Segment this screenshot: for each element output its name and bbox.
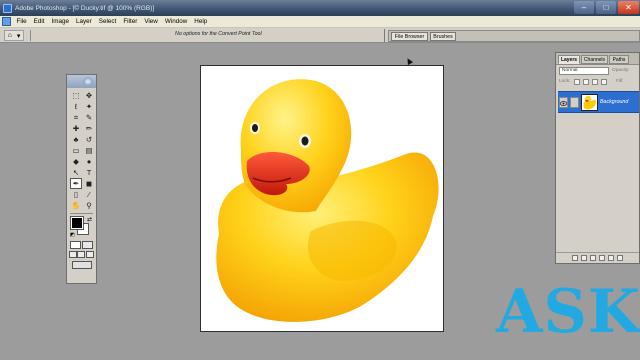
menu-layer[interactable]: Layer [73, 18, 96, 25]
eye-icon[interactable] [559, 97, 568, 108]
tool-options-hint: No options for the Convert Point Tool [175, 31, 262, 37]
menu-file[interactable]: File [13, 18, 30, 25]
tool-grid: ⬚ ✥ ℓ ✦ ⌗ ✎ ✚ ✏ ♣ ↺ ▭ ▤ ◆ ● ↖ T ✒ ◼ ▯ ⁄ ✋ ⚲ [67, 88, 96, 211]
marquee-tool-icon[interactable]: ⬚ [70, 90, 82, 101]
layers-palette-footer [556, 252, 639, 263]
rubber-duck-image [216, 79, 439, 322]
blend-row: Normal Opacity: [556, 65, 639, 76]
foreground-color-swatch[interactable] [70, 216, 84, 230]
close-button[interactable]: ✕ [618, 1, 639, 14]
tab-file-browser[interactable]: File Browser [391, 32, 428, 41]
hand-tool-icon[interactable]: ✋ [70, 200, 82, 211]
menu-select[interactable]: Select [95, 18, 120, 25]
adjustment-layer-button[interactable] [599, 255, 605, 261]
title-bar: Adobe Photoshop - [© Ducky.tif @ 100% (R… [0, 0, 640, 16]
menu-help[interactable]: Help [191, 18, 211, 25]
toolbox-header[interactable] [67, 75, 96, 88]
brush-tool-icon[interactable]: ✏ [83, 123, 95, 134]
layer-row-background[interactable]: Background [558, 91, 639, 113]
lock-transparency-checkbox[interactable] [574, 79, 580, 85]
healing-brush-tool-icon[interactable]: ✚ [70, 123, 82, 134]
layer-name: Background [600, 99, 629, 105]
menu-view[interactable]: View [141, 18, 162, 25]
tab-brushes[interactable]: Brushes [430, 32, 456, 41]
magic-wand-tool-icon[interactable]: ✦ [83, 101, 95, 112]
default-colors-icon[interactable]: ◩ [70, 232, 75, 238]
eraser-tool-icon[interactable]: ▭ [70, 145, 82, 156]
type-tool-icon[interactable]: T [83, 167, 95, 178]
color-swatches: ⇄ ◩ [69, 216, 94, 240]
tab-layers[interactable]: Layers [558, 55, 580, 64]
gradient-tool-icon[interactable]: ▤ [83, 145, 95, 156]
notes-tool-icon[interactable]: ▯ [70, 189, 82, 200]
lock-image-checkbox[interactable] [583, 79, 589, 85]
divider [384, 29, 385, 42]
blend-mode-select[interactable]: Normal [559, 67, 609, 75]
quick-mask-mode-button[interactable] [82, 241, 94, 249]
minimize-button[interactable]: – [574, 1, 594, 14]
adobe-online-icon[interactable] [83, 77, 93, 86]
edit-mode-row [67, 240, 96, 250]
tab-channels[interactable]: Channels [581, 55, 608, 64]
chevron-down-icon: ▾ [16, 32, 21, 40]
slice-tool-icon[interactable]: ✎ [83, 112, 95, 123]
dodge-tool-icon[interactable]: ● [83, 156, 95, 167]
layers-palette: Layers Channels Paths Normal Opacity: Lo… [555, 52, 640, 264]
history-brush-tool-icon[interactable]: ↺ [83, 134, 95, 145]
full-screen-button[interactable] [85, 251, 94, 258]
divider [30, 30, 31, 41]
fill-label: Fill: [616, 79, 624, 84]
photoshop-app-icon[interactable] [3, 3, 12, 13]
mouse-cursor [404, 56, 414, 66]
layer-style-button[interactable] [572, 255, 578, 261]
screen-mode-row [67, 250, 96, 259]
maximize-button[interactable]: □ [596, 1, 616, 14]
lock-row: Lock: Fill: [556, 76, 639, 87]
pen-tool-icon[interactable]: ✒ [70, 178, 82, 189]
tool-preset-picker[interactable]: ⌂ ▾ [4, 30, 24, 41]
options-bar: ⌂ ▾ No options for the Convert Point Too… [0, 28, 640, 43]
lock-label: Lock: [559, 79, 571, 84]
standard-screen-button[interactable] [69, 251, 78, 258]
full-screen-menu-button[interactable] [77, 251, 86, 258]
blur-tool-icon[interactable]: ◆ [70, 156, 82, 167]
tab-paths[interactable]: Paths [609, 55, 629, 64]
new-set-button[interactable] [590, 255, 596, 261]
menu-bar: File Edit Image Layer Select Filter View… [0, 16, 640, 28]
divider [70, 213, 93, 214]
swap-colors-icon[interactable]: ⇄ [87, 216, 92, 223]
eyedropper-tool-icon[interactable]: ⁄ [83, 189, 95, 200]
path-selection-tool-icon[interactable]: ↖ [70, 167, 82, 178]
add-mask-button[interactable] [581, 255, 587, 261]
menu-window[interactable]: Window [161, 18, 190, 25]
layers-palette-tabs: Layers Channels Paths [556, 53, 639, 65]
clone-stamp-tool-icon[interactable]: ♣ [70, 134, 82, 145]
lock-position-checkbox[interactable] [592, 79, 598, 85]
zoom-tool-icon[interactable]: ⚲ [83, 200, 95, 211]
window-title: Adobe Photoshop - [© Ducky.tif @ 100% (R… [15, 4, 155, 12]
menu-image[interactable]: Image [48, 18, 73, 25]
palette-well: File Browser Brushes [388, 30, 640, 42]
paintbrush-icon [570, 97, 579, 108]
watermark-text: ASK [496, 277, 640, 347]
toolbox: ⬚ ✥ ℓ ✦ ⌗ ✎ ✚ ✏ ♣ ↺ ▭ ▤ ◆ ● ↖ T ✒ ◼ ▯ ⁄ ✋ ⚲ ⇄ ◩ [66, 74, 97, 284]
jump-to-imageready-button[interactable] [71, 261, 92, 269]
convert-point-icon: ⌂ [7, 32, 12, 39]
opacity-label: Opacity: [612, 68, 630, 73]
standard-mode-button[interactable] [69, 241, 81, 249]
move-tool-icon[interactable]: ✥ [83, 90, 95, 101]
delete-layer-button[interactable] [617, 255, 623, 261]
lock-all-checkbox[interactable] [601, 79, 607, 85]
document-control-icon[interactable] [2, 17, 11, 26]
lasso-tool-icon[interactable]: ℓ [70, 101, 82, 112]
layer-thumbnail [581, 94, 598, 111]
shape-tool-icon[interactable]: ◼ [83, 178, 95, 189]
document-canvas[interactable] [200, 65, 444, 332]
menu-filter[interactable]: Filter [120, 18, 141, 25]
new-layer-button[interactable] [608, 255, 614, 261]
menu-edit[interactable]: Edit [30, 18, 48, 25]
crop-tool-icon[interactable]: ⌗ [70, 112, 82, 123]
